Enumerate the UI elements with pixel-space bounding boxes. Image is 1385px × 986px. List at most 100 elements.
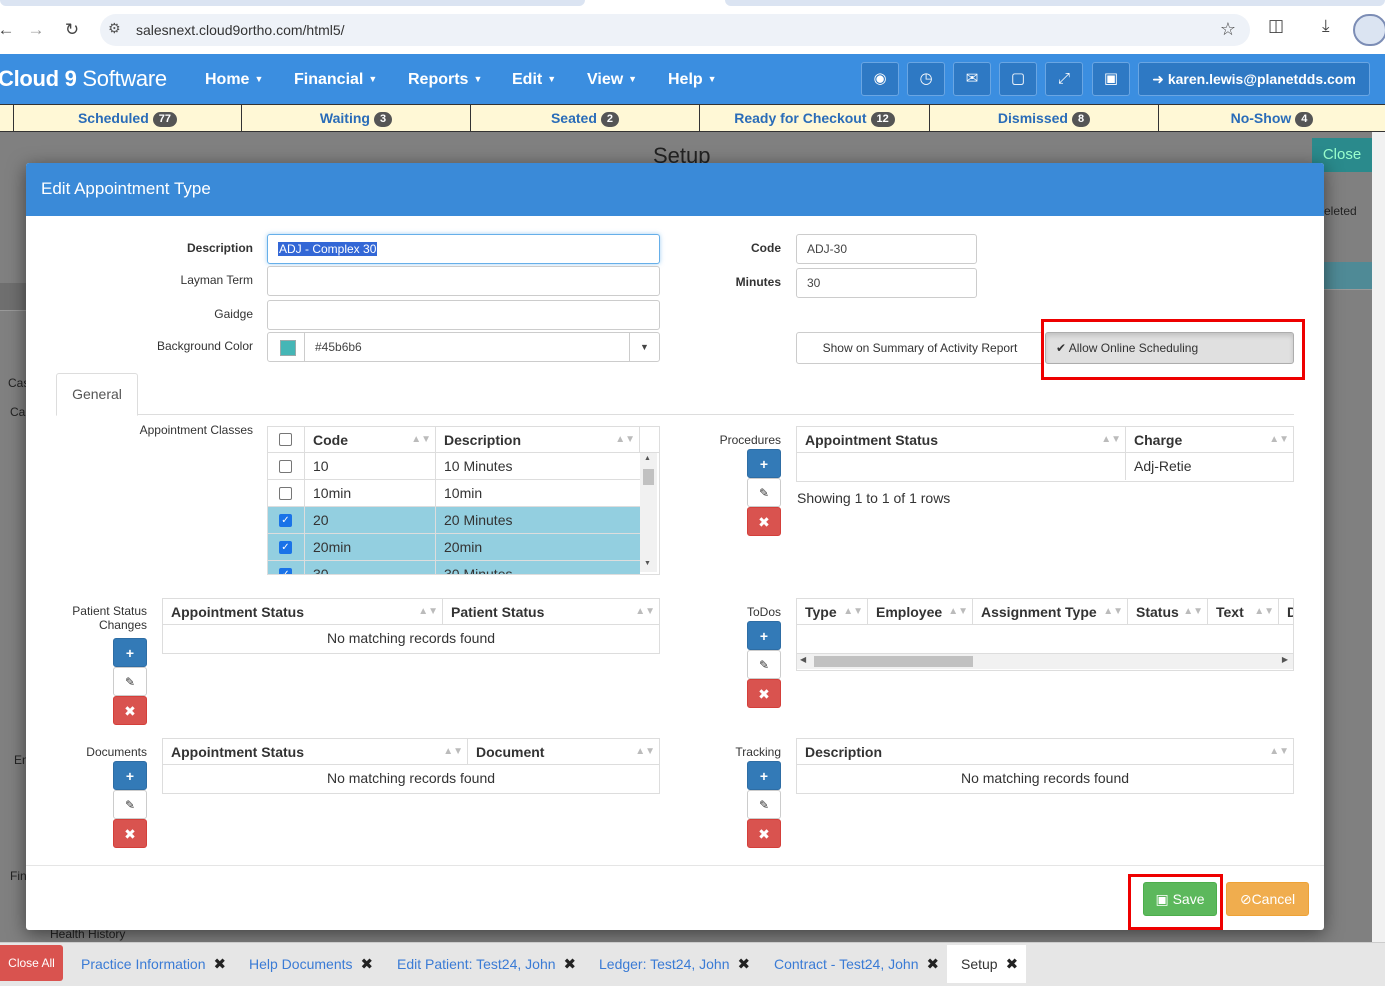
row-checkbox[interactable]: ✓ — [279, 514, 292, 527]
description-input[interactable]: ADJ - Complex 30 — [267, 234, 660, 264]
edit-procedure-button[interactable]: ✎ — [747, 478, 781, 507]
column-header-status[interactable]: Status ▲▼ — [1128, 599, 1208, 625]
column-header-text[interactable]: Text ▲▼ — [1208, 599, 1279, 625]
menu-reports[interactable]: Reports ▼ — [408, 71, 482, 89]
bookmark-star-icon[interactable]: ☆ — [1220, 19, 1236, 40]
add-tracking-button[interactable]: + — [747, 761, 781, 790]
code-input[interactable]: ADJ-30 — [796, 234, 977, 264]
minutes-input[interactable]: 30 — [796, 268, 977, 298]
table-row[interactable]: Adj-Retie — [797, 453, 1293, 480]
column-header-patient-status[interactable]: Patient Status ▲▼ — [443, 599, 659, 625]
reload-icon[interactable]: ↻ — [58, 16, 86, 44]
delete-tracking-button[interactable]: ✖ — [747, 819, 781, 848]
clock-icon[interactable]: ◷ — [907, 62, 945, 96]
column-header-code[interactable]: Code ▲▼ — [305, 427, 436, 453]
tab-ledger[interactable]: Ledger: Test24, John ✖ — [585, 945, 750, 983]
close-icon[interactable]: ✖ — [361, 956, 374, 973]
row-checkbox[interactable]: ✓ — [279, 541, 292, 554]
todos-horizontal-scrollbar[interactable]: ◀ ▶ — [797, 653, 1293, 669]
menu-financial[interactable]: Financial ▼ — [294, 71, 377, 89]
forward-icon[interactable]: → — [22, 16, 50, 44]
row-checkbox[interactable] — [279, 460, 292, 473]
edit-patient-status-change-button[interactable]: ✎ — [113, 667, 147, 696]
close-icon[interactable]: ✖ — [214, 956, 227, 973]
add-document-button[interactable]: + — [113, 761, 147, 790]
lock-icon[interactable]: ▣ — [1092, 62, 1130, 96]
add-todo-button[interactable]: + — [747, 621, 781, 650]
background-color-picker[interactable]: #45b6b6 ▼ — [267, 332, 660, 362]
column-header-employee[interactable]: Employee ▲▼ — [868, 599, 973, 625]
status-tab-waiting[interactable]: Waiting 3 — [242, 105, 471, 131]
column-header-appointment-status[interactable]: Appointment Status ▲▼ — [163, 739, 468, 765]
back-icon[interactable]: ← — [0, 16, 20, 44]
status-tab-scheduled[interactable]: Scheduled 77 — [14, 105, 242, 131]
user-logout-button[interactable]: ➜ karen.lewis@planetdds.com — [1138, 62, 1370, 96]
column-header-assignment-type[interactable]: Assignment Type ▲▼ — [973, 599, 1128, 625]
show-on-summary-toggle[interactable]: Show on Summary of Activity Report — [796, 332, 1044, 364]
fullscreen-icon[interactable]: ⤢ — [1045, 62, 1083, 96]
add-procedure-button[interactable]: + — [747, 449, 781, 478]
tab-edit-patient[interactable]: Edit Patient: Test24, John ✖ — [383, 945, 576, 983]
mail-icon[interactable]: ✉ — [953, 62, 991, 96]
add-patient-status-change-button[interactable]: + — [113, 638, 147, 667]
close-icon[interactable]: ✖ — [1006, 956, 1019, 973]
row-checkbox[interactable]: ✓ — [279, 568, 292, 574]
page-scrollbar[interactable] — [1372, 132, 1385, 942]
edit-document-button[interactable]: ✎ — [113, 790, 147, 819]
column-header-description[interactable]: Description ▲▼ — [797, 739, 1293, 765]
column-header-appointment-status[interactable]: Appointment Status ▲▼ — [797, 427, 1126, 453]
edit-tracking-button[interactable]: ✎ — [747, 790, 781, 819]
chevron-down-icon[interactable]: ▼ — [629, 333, 659, 361]
menu-help[interactable]: Help ▼ — [668, 71, 717, 89]
delete-document-button[interactable]: ✖ — [113, 819, 147, 848]
table-scrollbar[interactable]: ▲ ▼ — [640, 453, 657, 572]
close-all-button[interactable]: Close All — [0, 945, 63, 981]
column-header-document[interactable]: Document ▲▼ — [468, 739, 659, 765]
delete-todo-button[interactable]: ✖ — [747, 679, 781, 708]
hide-icon[interactable]: ◉ — [861, 62, 899, 96]
layman-term-input[interactable] — [267, 266, 660, 296]
download-icon[interactable]: ⤓ — [1322, 16, 1330, 36]
column-header-type[interactable]: Type ▲▼ — [797, 599, 868, 625]
tab-contract[interactable]: Contract - Test24, John ✖ — [760, 945, 939, 983]
chat-icon[interactable]: ▢ — [999, 62, 1037, 96]
select-all-checkbox[interactable] — [279, 433, 292, 446]
close-icon[interactable]: ✖ — [564, 956, 577, 973]
cancel-button[interactable]: ⊘Cancel — [1226, 882, 1309, 916]
column-header-description[interactable]: Description ▲▼ — [436, 427, 640, 453]
delete-patient-status-change-button[interactable]: ✖ — [113, 696, 147, 725]
menu-view[interactable]: View ▼ — [587, 71, 637, 89]
url-text[interactable]: salesnext.cloud9ortho.com/html5/ — [136, 22, 345, 38]
status-tab-ready-for-checkout[interactable]: Ready for Checkout 12 — [700, 105, 930, 131]
tab-setup[interactable]: Setup ✖ — [947, 945, 1026, 983]
profile-avatar[interactable] — [1353, 14, 1385, 46]
close-icon[interactable]: ✖ — [738, 956, 751, 973]
close-icon[interactable]: ✖ — [926, 956, 939, 973]
status-tab-dismissed[interactable]: Dismissed 8 — [930, 105, 1159, 131]
status-tab-seated[interactable]: Seated 2 — [471, 105, 700, 131]
extensions-icon[interactable]: ◫ — [1268, 16, 1284, 36]
menu-home[interactable]: Home ▼ — [205, 71, 263, 89]
table-row[interactable]: ✓ 30 30 Minutes — [268, 561, 640, 574]
tab-practice-information[interactable]: Practice Information ✖ — [67, 945, 226, 983]
status-tab-no-show[interactable]: No-Show 4 — [1159, 105, 1385, 131]
column-header-charge[interactable]: Charge ▲▼ — [1126, 427, 1293, 453]
no-records-message: No matching records found — [326, 770, 496, 786]
tab-general[interactable]: General — [56, 373, 138, 416]
table-row[interactable]: 10 10 Minutes — [268, 453, 640, 480]
address-bar[interactable]: ⚙ salesnext.cloud9ortho.com/html5/ ☆ — [100, 14, 1250, 46]
row-checkbox[interactable] — [279, 487, 292, 500]
site-info-icon[interactable]: ⚙ — [108, 20, 121, 37]
delete-procedure-button[interactable]: ✖ — [747, 507, 781, 536]
bg-row — [1324, 262, 1372, 290]
tab-help-documents[interactable]: Help Documents ✖ — [235, 945, 373, 983]
edit-todo-button[interactable]: ✎ — [747, 650, 781, 679]
menu-edit[interactable]: Edit ▼ — [512, 71, 556, 89]
column-header-d[interactable]: D — [1279, 599, 1293, 625]
table-row[interactable]: 10min 10min — [268, 480, 640, 507]
gaidge-input[interactable] — [267, 300, 660, 330]
table-row[interactable]: ✓ 20 20 Minutes — [268, 507, 640, 534]
brand-logo[interactable]: Cloud 9 Software — [0, 66, 167, 92]
table-row[interactable]: ✓ 20min 20min — [268, 534, 640, 561]
column-header-appointment-status[interactable]: Appointment Status ▲▼ — [163, 599, 443, 625]
